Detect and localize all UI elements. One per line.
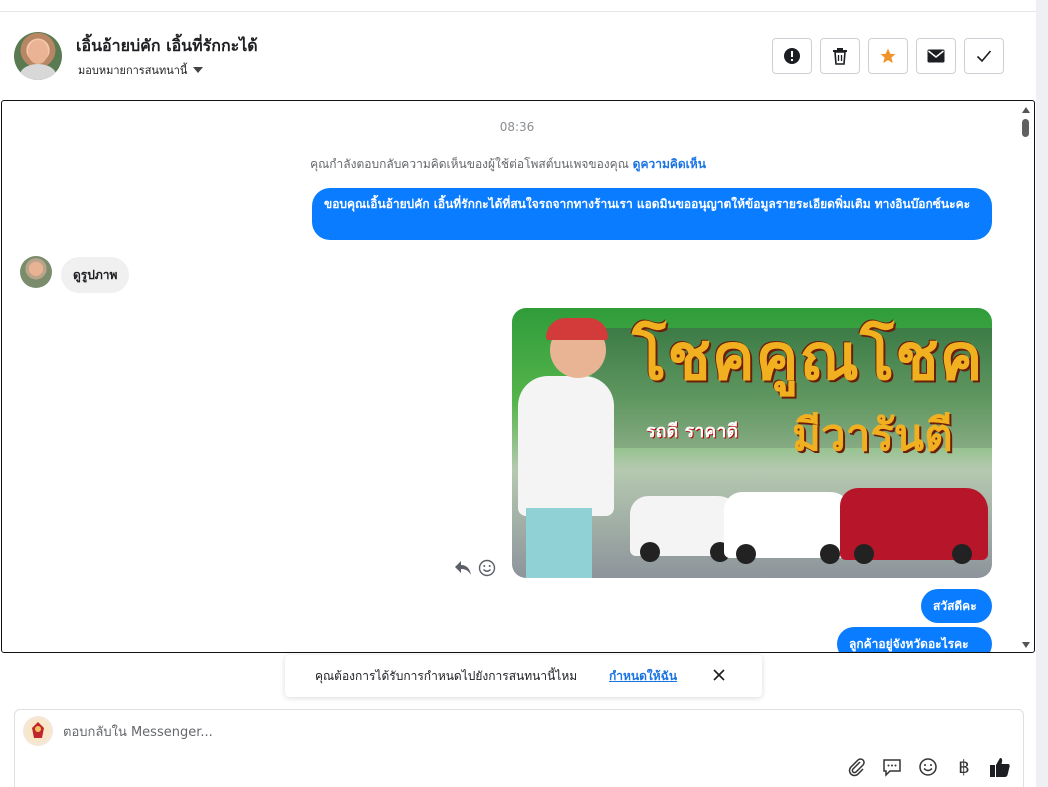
conversation-header: เอิ้นอ้ายบ่คัก เอิ้นที่รักกะได้ มอบหมายก… (0, 12, 1036, 100)
reply-input[interactable] (63, 722, 763, 742)
paperclip-icon[interactable] (845, 756, 867, 778)
thumbs-up-icon[interactable] (989, 756, 1011, 778)
promo-image[interactable]: โชคคูณโชค รถดี ราคาดี มีวารันตี (512, 308, 992, 578)
done-button[interactable] (964, 38, 1004, 74)
scroll-down-arrow[interactable] (1022, 642, 1030, 648)
message-actions (454, 559, 496, 577)
outgoing-message[interactable]: สวัสดีคะ (921, 589, 992, 623)
mark-unread-button[interactable] (916, 38, 956, 74)
promo-person-cap (546, 318, 608, 340)
promo-car-red-hatchback (840, 488, 988, 564)
close-icon[interactable] (711, 667, 727, 683)
baht-icon[interactable]: ฿ (953, 756, 975, 778)
follow-up-button[interactable] (868, 38, 908, 74)
message-composer: ฿ (14, 709, 1024, 787)
promo-person (518, 376, 614, 516)
spam-button[interactable] (772, 38, 812, 74)
promo-subtitle: รถดี ราคาดี (646, 421, 739, 442)
assign-toast-text: คุณต้องการได้รับการกำหนดไปยังการสนทนานี้… (315, 669, 578, 683)
promo-title: โชคคูณโชค (632, 320, 984, 395)
composer-tools: ฿ (845, 756, 1011, 778)
sender-avatar (20, 256, 52, 288)
outgoing-message[interactable]: ขอบคุณเอิ้นอ้ายบ่คัก เอิ้นที่รักกะได้ที่… (312, 188, 992, 240)
conversation-scrollbar[interactable] (1021, 105, 1031, 650)
message-timestamp: 08:36 (499, 120, 535, 134)
scroll-up-arrow[interactable] (1022, 107, 1030, 113)
star-icon (880, 48, 896, 64)
promo-person-legs (526, 508, 592, 578)
view-comment-link[interactable]: ดูความคิดเห็น (633, 157, 706, 171)
contact-avatar[interactable] (14, 32, 62, 80)
top-divider (0, 0, 1036, 12)
conversation-panel[interactable]: 08:36 คุณกำลังตอบกลับความคิดเห็นของผู้ใช… (1, 100, 1035, 653)
scroll-thumb[interactable] (1022, 119, 1029, 137)
page-scroll-gutter (1036, 0, 1048, 787)
promo-car-white-sedan (724, 492, 852, 564)
trash-icon (833, 48, 847, 65)
emoji-icon[interactable] (917, 756, 939, 778)
incoming-message[interactable]: ดูรูปภาพ (61, 257, 130, 293)
avatar-body (20, 64, 56, 80)
outgoing-message[interactable]: ลูกค้าอยู่จังหวัดอะไรคะ (837, 627, 992, 652)
saved-reply-icon[interactable] (881, 756, 903, 778)
contact-name[interactable]: เอิ้นอ้ายบ่คัก เอิ้นที่รักกะได้ (76, 34, 258, 59)
assign-label: มอบหมายการสนทนานี้ (78, 64, 188, 77)
avatar-face (28, 40, 48, 64)
delete-button[interactable] (820, 38, 860, 74)
promo-warranty: มีวารันตี (792, 410, 953, 461)
page-avatar (23, 716, 53, 746)
assign-toast: คุณต้องการได้รับการกำหนดไปยังการสนทนานี้… (285, 655, 762, 697)
reply-icon[interactable] (454, 560, 472, 576)
assign-conversation-dropdown[interactable]: มอบหมายการสนทนานี้ (78, 61, 204, 79)
exclamation-icon (784, 48, 800, 64)
comment-reply-note: คุณกำลังตอบกลับความคิดเห็นของผู้ใช้ต่อโพ… (2, 155, 1014, 174)
assign-to-me-link[interactable]: กำหนดให้ฉัน (609, 667, 677, 686)
reply-note-text: คุณกำลังตอบกลับความคิดเห็นของผู้ใช้ต่อโพ… (310, 157, 629, 171)
emoji-react-icon[interactable] (478, 559, 496, 577)
envelope-icon (927, 49, 945, 63)
page-logo-icon (26, 719, 50, 743)
caret-down-icon (193, 67, 204, 73)
header-actions (772, 38, 1004, 74)
check-icon (976, 50, 992, 63)
